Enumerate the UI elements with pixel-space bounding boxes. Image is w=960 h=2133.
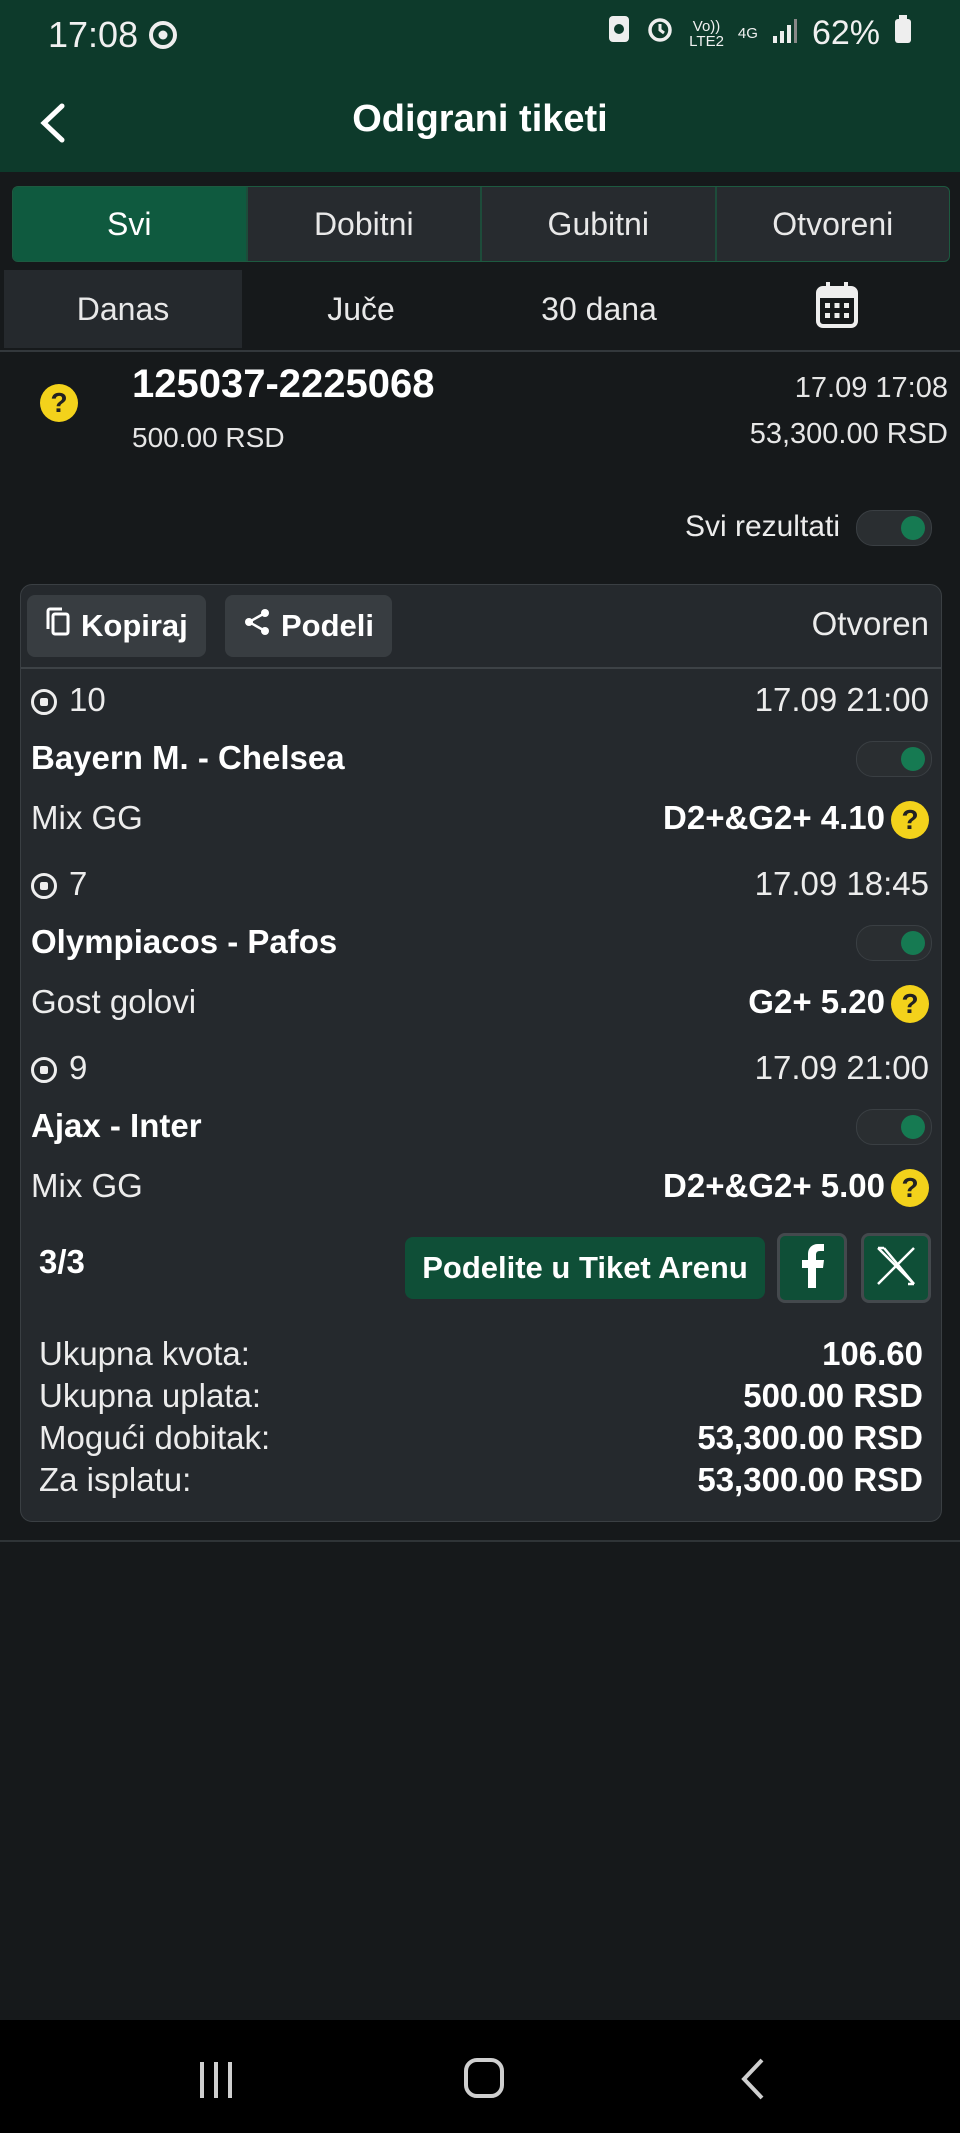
status-icons: Vo)) LTE2 4G 62% — [607, 14, 912, 53]
signal-icon — [772, 14, 798, 53]
app-header: 17:08 Vo)) LTE2 4G 62% Odigrani tiketi — [0, 0, 960, 172]
summary-value: 106.60 — [822, 1335, 923, 1372]
help-icon[interactable]: ? — [891, 985, 929, 1023]
ticket-id: 125037-2225068 — [132, 362, 435, 406]
ticket-card: Kopiraj Podeli Otvoren 10 17.09 21:00 Ba… — [20, 584, 942, 1522]
home-icon[interactable] — [462, 2056, 506, 2105]
alarm-icon — [645, 14, 675, 53]
share-icon — [243, 607, 271, 645]
period-30-days[interactable]: 30 dana — [480, 270, 718, 348]
ticket-possible-win: 53,300.00 RSD — [749, 418, 948, 450]
ticket-status: Otvoren — [811, 605, 929, 642]
help-icon[interactable]: ? — [40, 384, 78, 422]
network-label: Vo)) LTE2 — [689, 17, 724, 50]
calendar-button[interactable] — [718, 270, 956, 348]
match-pick: D2+&G2+ 4.10 — [663, 799, 885, 836]
help-icon[interactable]: ? — [891, 801, 929, 839]
content-divider — [0, 1540, 960, 1542]
tab-dobitni[interactable]: Dobitni — [248, 187, 482, 261]
page-title: Odigrani tiketi — [352, 98, 608, 140]
match-code: 10 — [31, 681, 106, 719]
x-icon — [875, 1245, 917, 1292]
tab-svi[interactable]: Svi — [13, 187, 248, 261]
tiket-arena-button[interactable]: Podelite u Tiket Arenu — [405, 1237, 765, 1299]
copy-label: Kopiraj — [81, 608, 188, 643]
ticket-datetime: 17.09 17:08 — [794, 372, 948, 404]
summary-value: 500.00 RSD — [743, 1377, 923, 1414]
share-button[interactable]: Podeli — [225, 595, 393, 657]
match-time: 17.09 21:00 — [754, 681, 929, 718]
help-icon[interactable]: ? — [891, 1169, 929, 1207]
match-time: 17.09 21:00 — [754, 1049, 929, 1086]
back-nav-icon[interactable] — [738, 2056, 768, 2107]
match-market: Mix GG — [31, 799, 143, 836]
match-pick: D2+&G2+ 5.00 — [663, 1167, 885, 1204]
summary-label: Mogući dobitak: — [39, 1419, 271, 1456]
match-code: 7 — [31, 865, 87, 903]
match-market: Mix GG — [31, 1167, 143, 1204]
summary-value: 53,300.00 RSD — [697, 1419, 923, 1456]
soccer-ball-icon — [31, 873, 57, 900]
ticket-stake: 500.00 RSD — [132, 422, 285, 453]
copy-icon — [45, 607, 71, 645]
all-results-toggle[interactable] — [856, 510, 932, 546]
divider — [0, 350, 960, 352]
summary-label: Za isplatu: — [39, 1461, 192, 1498]
period-tabs: Danas Juče 30 dana — [4, 270, 956, 348]
match-count: 3/3 — [39, 1243, 85, 1280]
recent-apps-icon[interactable] — [196, 2060, 236, 2105]
4g-label: 4G — [737, 25, 758, 42]
match-pick: G2+ 5.20 — [748, 983, 885, 1020]
match-teams: Bayern M. - Chelsea — [31, 739, 345, 776]
tab-gubitni[interactable]: Gubitni — [482, 187, 717, 261]
match-toggle[interactable] — [856, 1109, 932, 1145]
chrome-icon — [148, 20, 178, 50]
match-market: Gost golovi — [31, 983, 197, 1020]
facebook-icon — [799, 1243, 825, 1293]
all-results-label: Svi rezultati — [684, 510, 840, 543]
soccer-ball-icon — [31, 1057, 57, 1084]
match-toggle[interactable] — [856, 741, 932, 777]
card-divider — [21, 667, 941, 669]
system-nav-bar — [0, 2020, 960, 2133]
copy-button[interactable]: Kopiraj — [27, 595, 206, 657]
period-today[interactable]: Danas — [4, 270, 242, 348]
filter-tabs: Svi Dobitni Gubitni Otvoreni — [12, 186, 950, 262]
tab-otvoreni[interactable]: Otvoreni — [717, 187, 950, 261]
status-time: 17:08 — [48, 14, 139, 55]
calendar-icon — [815, 281, 859, 337]
match-code: 9 — [31, 1049, 87, 1087]
match-toggle[interactable] — [856, 925, 932, 961]
share-label: Podeli — [281, 608, 375, 643]
match-teams: Olympiacos - Pafos — [31, 923, 338, 960]
summary-label: Ukupna uplata: — [39, 1377, 261, 1414]
summary-label: Ukupna kvota: — [39, 1335, 250, 1372]
soccer-ball-icon — [31, 689, 57, 716]
match-teams: Ajax - Inter — [31, 1107, 202, 1144]
battery-percent: 62% — [811, 14, 880, 52]
summary-value: 53,300.00 RSD — [697, 1461, 923, 1498]
sync-icon — [607, 14, 631, 53]
facebook-share-button[interactable] — [777, 1233, 847, 1303]
x-share-button[interactable] — [861, 1233, 931, 1303]
match-time: 17.09 18:45 — [754, 865, 929, 902]
battery-icon — [894, 14, 912, 53]
period-yesterday[interactable]: Juče — [242, 270, 480, 348]
